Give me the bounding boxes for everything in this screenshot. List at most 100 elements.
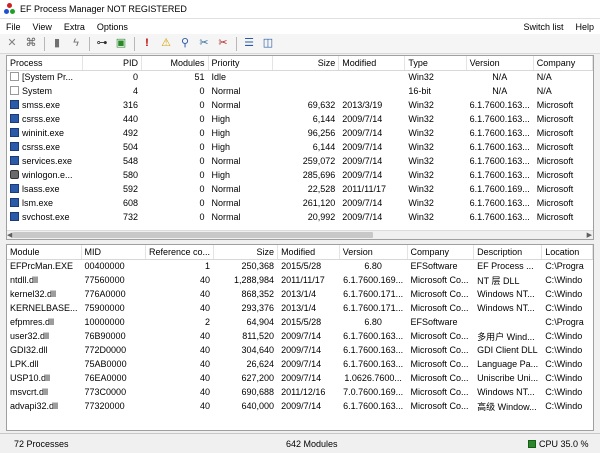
- process-row[interactable]: System 4 0 Normal 16-bit N/A N/A: [7, 84, 593, 98]
- lightning-icon[interactable]: ϟ: [68, 36, 84, 52]
- module-row[interactable]: efpmres.dll 10000000 2 64,904 2015/5/28 6.80 E…: [7, 315, 593, 329]
- module-cell-version: 6.1.7600.169...: [343, 275, 404, 285]
- process-cell-modified: 2009/7/14: [342, 170, 383, 180]
- process-name: System: [22, 86, 53, 96]
- module-cell-refs: 40: [199, 373, 210, 383]
- tools-red-icon[interactable]: ✂: [215, 36, 231, 52]
- process-cell-size: 69,632: [307, 100, 336, 110]
- process-row[interactable]: csrss.exe 440 0 High 6,144 2009/7/14 Win32 6.1.…: [7, 112, 593, 126]
- process-cell-version: 6.1.7600.163...: [469, 142, 530, 152]
- module-cell-refs: 1: [204, 261, 210, 272]
- refresh-icon[interactable]: ▮: [49, 36, 65, 52]
- module-cell-location: C:\Windo: [545, 359, 583, 369]
- process-cell-version: N/A: [492, 72, 508, 83]
- col-header-module[interactable]: Module: [7, 245, 82, 260]
- process-row[interactable]: [System Pr... 0 51 Idle Win32 N/A N/A: [7, 70, 593, 84]
- toolbar: ✕ ⌘ ▮ ϟ ⊶ ▣ ! ⚠ ⚲ ✂ ✂ ☰ ◫: [0, 34, 600, 54]
- col-header-pid[interactable]: PID: [82, 56, 142, 71]
- process-cell-version: 6.1.7600.163...: [469, 198, 530, 208]
- process-row[interactable]: svchost.exe 732 0 Normal 20,992 2009/7/14 Win3…: [7, 210, 593, 224]
- scroll-thumb[interactable]: [13, 232, 373, 238]
- module-row[interactable]: EFPrcMan.EXE 00400000 1 250,368 2015/5/28 6.8…: [7, 259, 593, 273]
- menu-view[interactable]: View: [27, 22, 58, 32]
- process-cell-name: [System Pr...: [7, 70, 83, 84]
- module-cell-company: Microsoft Co...: [410, 303, 469, 313]
- process-row[interactable]: lsass.exe 592 0 Normal 22,528 2011/11/17 Win32…: [7, 182, 593, 196]
- col-header-modules[interactable]: Modules: [141, 56, 209, 71]
- module-row[interactable]: KERNELBASE... 75900000 40 293,376 2013/1/4 6.…: [7, 301, 593, 315]
- col-header-mid[interactable]: MID: [81, 245, 146, 260]
- module-cell-mid: 75900000: [84, 303, 125, 313]
- menu-help[interactable]: Help: [569, 22, 600, 32]
- col-header-name[interactable]: Process: [7, 56, 84, 71]
- col-header-refs[interactable]: Reference co...: [145, 245, 215, 260]
- process-name: smss.exe: [22, 100, 61, 110]
- split-vertical-icon[interactable]: ◫: [260, 36, 276, 52]
- process-scrollbar[interactable]: ◀ ▶: [7, 230, 593, 239]
- process-cell-pid: 492: [122, 128, 138, 138]
- col-header-modified[interactable]: Modified: [338, 56, 406, 71]
- module-cell-version: 6.1.7600.163...: [343, 331, 404, 341]
- process-cell-modified: 2009/7/14: [342, 142, 383, 152]
- menu-file[interactable]: File: [0, 22, 27, 32]
- process-cell-modified: 2013/3/19: [342, 100, 383, 110]
- col-header-version[interactable]: Version: [466, 56, 534, 71]
- split-horizontal-icon[interactable]: ☰: [241, 36, 257, 52]
- col-header-size[interactable]: Size: [272, 56, 340, 71]
- process-cell-pid: 608: [122, 198, 138, 208]
- close-x-icon[interactable]: ✕: [4, 36, 20, 52]
- process-cell-priority: Normal: [211, 184, 241, 194]
- menu-options[interactable]: Options: [91, 22, 134, 32]
- process-cell-type: Win32: [408, 100, 434, 110]
- page-icon[interactable]: ▣: [113, 36, 129, 52]
- process-row[interactable]: lsm.exe 608 0 Normal 261,120 2009/7/14 Win32 6.…: [7, 196, 593, 210]
- tools-icon[interactable]: ✂: [196, 36, 212, 52]
- scroll-right-icon[interactable]: ▶: [587, 231, 592, 239]
- module-row[interactable]: GDI32.dll 772D0000 40 304,640 2009/7/14 6.1.7…: [7, 343, 593, 357]
- module-row[interactable]: kernel32.dll 776A0000 40 868,352 2013/1/4 6.1…: [7, 287, 593, 301]
- module-cell-module: USP10.dll: [10, 373, 51, 383]
- col-header-version[interactable]: Version: [339, 245, 408, 260]
- menu-switch-list[interactable]: Switch list: [517, 22, 569, 32]
- process-row[interactable]: smss.exe 316 0 Normal 69,632 2013/3/19 Win32 6.…: [7, 98, 593, 112]
- module-row[interactable]: ntdll.dll 77560000 40 1,288,984 2011/11/17 6.…: [7, 273, 593, 287]
- module-cell-refs: 2: [204, 317, 210, 327]
- process-cell-company: Microsoft: [536, 212, 574, 222]
- module-row[interactable]: USP10.dll 76EA0000 40 627,200 2009/7/14 1.062…: [7, 371, 593, 385]
- col-header-type[interactable]: Type: [404, 56, 467, 71]
- module-row[interactable]: user32.dll 76B90000 40 811,520 2009/7/14 6.1.…: [7, 329, 593, 343]
- menu-extra[interactable]: Extra: [58, 22, 91, 32]
- col-header-company[interactable]: Company: [533, 56, 593, 71]
- col-header-priority[interactable]: Priority: [208, 56, 273, 71]
- app-logo-icon: [4, 3, 16, 15]
- process-icon: [10, 114, 19, 123]
- process-cell-type: Win32: [408, 184, 434, 194]
- col-header-description[interactable]: Description: [473, 245, 543, 260]
- alert-icon[interactable]: !: [139, 36, 155, 52]
- module-cell-location: C:\Windo: [545, 331, 583, 341]
- module-cell-size: 811,520: [242, 331, 275, 341]
- col-header-modified[interactable]: Modified: [277, 245, 340, 260]
- process-row[interactable]: wininit.exe 492 0 High 96,256 2009/7/14 Win32 6…: [7, 126, 593, 140]
- module-row[interactable]: msvcrt.dll 773C0000 40 690,688 2011/12/16 7.0…: [7, 385, 593, 399]
- process-cell-priority: High: [211, 170, 231, 180]
- process-row[interactable]: services.exe 548 0 Normal 259,072 2009/7/14 Wi…: [7, 154, 593, 168]
- process-cell-priority: Normal: [211, 212, 241, 222]
- process-row[interactable]: winlogon.e... 580 0 High 285,696 2009/7/14 Win…: [7, 168, 593, 182]
- warning-icon[interactable]: ⚠: [158, 36, 174, 52]
- module-cell-version: 6.1.7600.171...: [343, 289, 404, 299]
- module-cell-refs: 40: [199, 331, 210, 341]
- toolbar-separator: [44, 36, 45, 51]
- process-name: csrss.exe: [22, 114, 61, 124]
- options-icon[interactable]: ⌘: [23, 36, 39, 52]
- process-cell-modules: 51: [194, 72, 205, 83]
- search-icon[interactable]: ⚲: [177, 36, 193, 52]
- module-row[interactable]: LPK.dll 75AB0000 40 26,624 2009/7/14 6.1.7600…: [7, 357, 593, 371]
- connect-icon[interactable]: ⊶: [94, 36, 110, 52]
- scroll-left-icon[interactable]: ◀: [7, 231, 12, 239]
- col-header-size[interactable]: Size: [213, 245, 279, 260]
- process-row[interactable]: csrss.exe 504 0 High 6,144 2009/7/14 Win32 6.1.…: [7, 140, 593, 154]
- col-header-location[interactable]: Location: [541, 245, 593, 260]
- col-header-company[interactable]: Company: [407, 245, 475, 260]
- module-row[interactable]: advapi32.dll 77320000 40 640,000 2009/7/14 6.…: [7, 399, 593, 413]
